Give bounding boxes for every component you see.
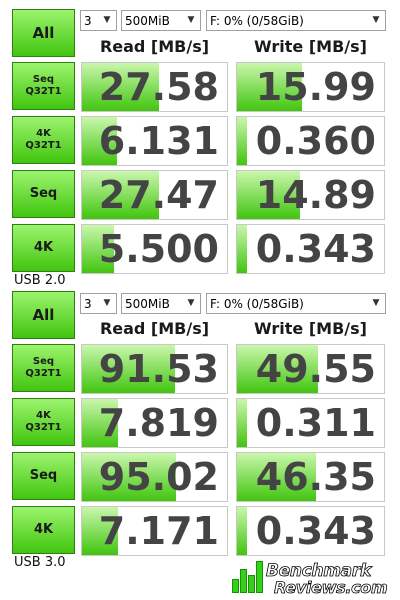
drive-value: F: 0% (0/58GiB) xyxy=(210,296,304,311)
seq-button[interactable]: Seq xyxy=(12,452,75,500)
write-value: 0.311 xyxy=(255,401,376,445)
benchmark-reviews-logo: Benchmark Reviews.com xyxy=(232,549,388,599)
read-value: 91.53 xyxy=(98,347,219,391)
test-label-line1: 4K xyxy=(36,410,51,421)
read-value: 27.58 xyxy=(98,65,219,109)
read-result-4k-q32t1: 7.819 xyxy=(81,398,228,448)
chevron-down-icon: ▼ xyxy=(103,15,111,25)
4k-q32t1-button[interactable]: 4K Q32T1 xyxy=(12,398,75,446)
drive-value: F: 0% (0/58GiB) xyxy=(210,13,304,28)
write-level-bar xyxy=(237,399,248,447)
test-label-line2: Q32T1 xyxy=(25,422,62,433)
interface-label: USB 3.0 xyxy=(14,555,66,570)
all-button[interactable]: All xyxy=(12,291,75,339)
read-column-header: Read [MB/s] xyxy=(99,319,210,338)
test-label-line1: Seq xyxy=(32,356,55,367)
all-button[interactable]: All xyxy=(12,9,75,57)
read-result-seq-q32t1: 27.58 xyxy=(81,62,228,112)
write-result-seq-q32t1: 15.99 xyxy=(236,62,385,112)
seq-button[interactable]: Seq xyxy=(12,170,75,218)
read-value: 27.47 xyxy=(98,173,219,217)
test-count-value: 3 xyxy=(84,13,92,28)
write-level-bar xyxy=(237,225,248,273)
read-result-seq-q32t1: 91.53 xyxy=(81,344,228,394)
benchmark-bars-icon xyxy=(232,553,268,593)
write-value: 0.343 xyxy=(255,509,376,553)
write-column-header: Write [MB/s] xyxy=(254,319,367,338)
test-size-select[interactable]: 500MiB ▼ xyxy=(121,10,201,31)
chevron-down-icon: ▼ xyxy=(372,15,380,25)
test-label-line1: Seq xyxy=(32,74,55,85)
test-size-select[interactable]: 500MiB ▼ xyxy=(121,293,201,314)
write-value: 0.360 xyxy=(255,119,376,163)
test-label-line2: Q32T1 xyxy=(25,368,62,379)
test-label-line1: 4K xyxy=(33,522,54,538)
write-result-4k-q32t1: 0.311 xyxy=(236,398,385,448)
test-count-select[interactable]: 3 ▼ xyxy=(80,293,117,314)
seq-q32t1-button[interactable]: Seq Q32T1 xyxy=(12,344,75,392)
write-result-4k-q32t1: 0.360 xyxy=(236,116,385,166)
4k-button[interactable]: 4K xyxy=(12,224,75,272)
drive-select[interactable]: F: 0% (0/58GiB) ▼ xyxy=(206,293,386,314)
read-value: 95.02 xyxy=(98,455,219,499)
read-result-4k-q32t1: 6.131 xyxy=(81,116,228,166)
chevron-down-icon: ▼ xyxy=(187,298,195,308)
chevron-down-icon: ▼ xyxy=(103,298,111,308)
write-column-header: Write [MB/s] xyxy=(254,37,367,56)
test-count-value: 3 xyxy=(84,296,92,311)
seq-q32t1-button[interactable]: Seq Q32T1 xyxy=(12,62,75,110)
4k-button[interactable]: 4K xyxy=(12,506,75,554)
read-result-4k: 7.171 xyxy=(81,506,228,556)
drive-select[interactable]: F: 0% (0/58GiB) ▼ xyxy=(206,10,386,31)
test-size-value: 500MiB xyxy=(125,13,170,28)
write-value: 46.35 xyxy=(255,455,376,499)
read-result-4k: 5.500 xyxy=(81,224,228,274)
test-count-select[interactable]: 3 ▼ xyxy=(80,10,117,31)
test-label-line1: 4K xyxy=(36,128,51,139)
read-result-seq: 95.02 xyxy=(81,452,228,502)
interface-label: USB 2.0 xyxy=(14,273,66,288)
test-label-line1: 4K xyxy=(33,240,54,256)
read-column-header: Read [MB/s] xyxy=(99,37,210,56)
write-value: 0.343 xyxy=(255,227,376,271)
write-value: 15.99 xyxy=(255,65,376,109)
read-value: 5.500 xyxy=(98,227,219,271)
test-label-line2: Q32T1 xyxy=(25,86,62,97)
test-size-value: 500MiB xyxy=(125,296,170,311)
write-value: 49.55 xyxy=(255,347,376,391)
test-label-line2: Q32T1 xyxy=(25,140,62,151)
write-level-bar xyxy=(237,117,248,165)
test-label-line1: Seq xyxy=(29,186,58,202)
write-value: 14.89 xyxy=(255,173,376,217)
test-label-line1: Seq xyxy=(29,468,58,484)
write-result-4k: 0.343 xyxy=(236,224,385,274)
read-value: 7.171 xyxy=(98,509,219,553)
logo-text-line2: Reviews.com xyxy=(274,578,388,598)
read-value: 7.819 xyxy=(98,401,219,445)
read-value: 6.131 xyxy=(98,119,219,163)
4k-q32t1-button[interactable]: 4K Q32T1 xyxy=(12,116,75,164)
read-result-seq: 27.47 xyxy=(81,170,228,220)
write-result-seq-q32t1: 49.55 xyxy=(236,344,385,394)
write-level-bar xyxy=(237,507,248,555)
write-result-seq: 46.35 xyxy=(236,452,385,502)
chevron-down-icon: ▼ xyxy=(187,15,195,25)
chevron-down-icon: ▼ xyxy=(372,298,380,308)
write-result-seq: 14.89 xyxy=(236,170,385,220)
